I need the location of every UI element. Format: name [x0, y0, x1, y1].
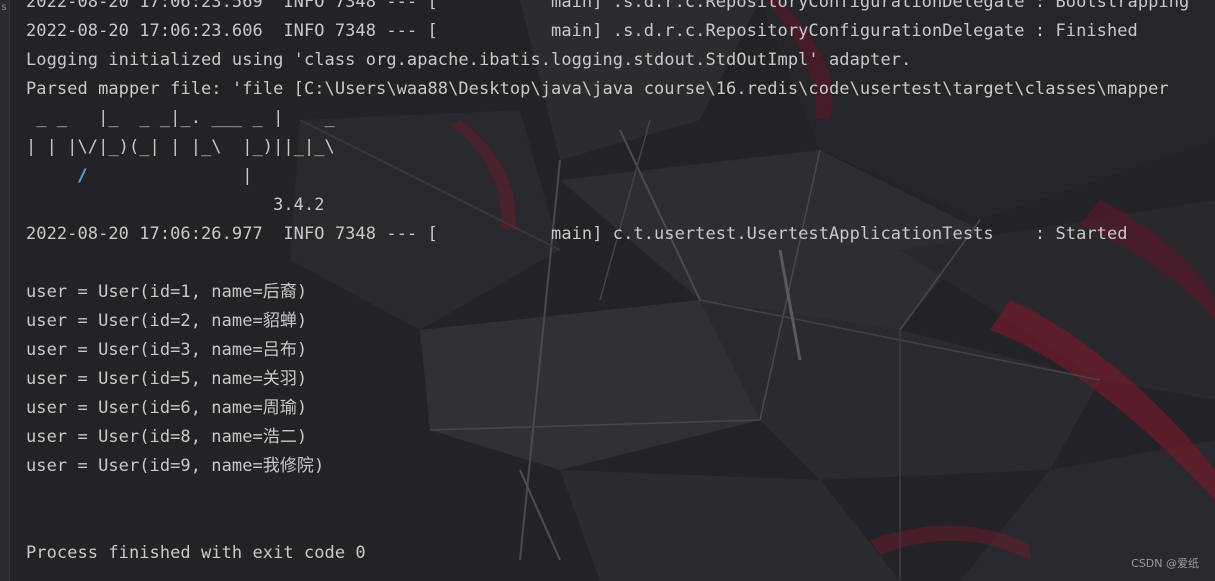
user-output-line: user = User(id=1, name=后裔)	[26, 282, 308, 302]
log-line-2: 2022-08-20 17:06:23.606 INFO 7348 --- [ …	[26, 21, 1138, 41]
user-output-line: user = User(id=2, name=貂蝉)	[26, 311, 308, 331]
banner-line-1: _ _ |_ _ _|_. ___ _ | _	[26, 108, 335, 128]
log-line-4: Parsed mapper file: 'file [C:\Users\waa8…	[26, 79, 1169, 99]
banner-cursor-char: /	[77, 166, 88, 186]
user-output-line: user = User(id=9, name=我修院)	[26, 456, 325, 476]
process-exit-line: Process finished with exit code 0	[26, 543, 366, 563]
user-output-line: user = User(id=3, name=吕布)	[26, 340, 308, 360]
user-output-line: user = User(id=6, name=周瑜)	[26, 398, 308, 418]
banner-line-2: | | |\/|_)(_| | |_\ |_)||_|_\	[26, 137, 335, 157]
console-output[interactable]: 2022-08-20 17:06:23.569 INFO 7348 --- [ …	[0, 0, 1215, 581]
banner-line-3: / / |	[26, 162, 253, 191]
log-line-started: 2022-08-20 17:06:26.977 INFO 7348 --- [ …	[26, 224, 1128, 244]
banner-line-3-text: / |	[26, 166, 253, 186]
user-output-line: user = User(id=8, name=浩二)	[26, 427, 308, 447]
log-line-3: Logging initialized using 'class org.apa…	[26, 50, 912, 70]
log-line-1: 2022-08-20 17:06:23.569 INFO 7348 --- [ …	[26, 0, 1190, 12]
banner-version: 3.4.2	[26, 195, 325, 215]
csdn-watermark: CSDN @爱纸	[1131, 557, 1199, 570]
user-output-line: user = User(id=5, name=关羽)	[26, 369, 308, 389]
